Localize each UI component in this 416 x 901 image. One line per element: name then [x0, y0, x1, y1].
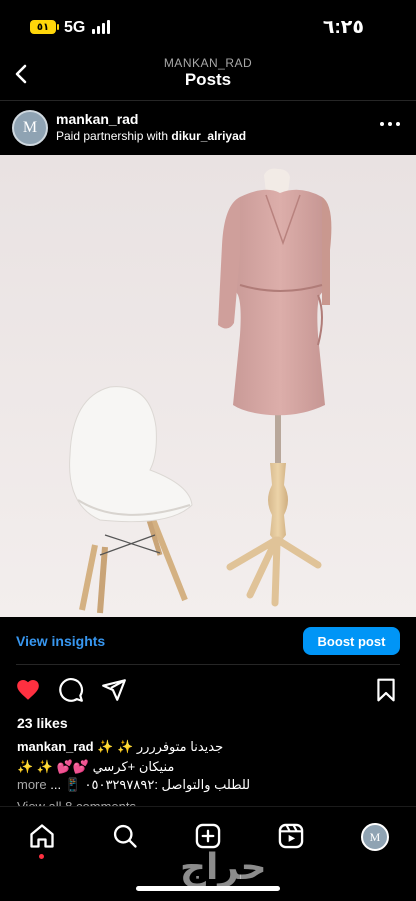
status-time: ٦:٢٥: [322, 17, 364, 38]
post-image[interactable]: [0, 155, 416, 617]
profile-avatar-letter: M: [369, 829, 381, 844]
caption-line-1: mankan_rad جديدنا متوفرررر ✨ ✨: [17, 739, 257, 755]
more-options-icon[interactable]: [378, 117, 402, 129]
caption-text-3: للطلب والتواصل :٠٥٠٣٢٩٧٨٩٢ 📱 ...: [50, 777, 251, 792]
partner-link[interactable]: dikur_alriyad: [171, 129, 246, 143]
page-title: Posts: [184, 70, 232, 89]
caption-line-3: more للطلب والتواصل :٠٥٠٣٢٩٧٨٩٢ 📱 ...: [17, 777, 250, 793]
like-heart-icon[interactable]: [15, 677, 41, 703]
view-insights-link[interactable]: View insights: [16, 633, 105, 649]
bookmark-icon[interactable]: [373, 677, 399, 703]
signal-icon: [92, 19, 110, 34]
boost-post-button[interactable]: Boost post: [303, 627, 400, 655]
profile-avatar-icon[interactable]: M: [361, 823, 389, 851]
battery-indicator: ٥١: [30, 20, 59, 34]
notification-dot: [39, 854, 44, 859]
caption-author[interactable]: mankan_rad: [17, 739, 94, 754]
status-bar: ٥١ 5G ٦:٢٥: [0, 0, 416, 52]
caption-text-1: جديدنا متوفرررر ✨ ✨: [97, 739, 224, 754]
comment-icon[interactable]: [58, 677, 84, 703]
divider: [16, 664, 400, 665]
search-icon[interactable]: [111, 822, 139, 850]
home-icon[interactable]: [28, 822, 56, 850]
caption-more-link[interactable]: more: [17, 777, 47, 792]
likes-count[interactable]: 23 likes: [17, 715, 68, 731]
network-label: 5G: [64, 19, 86, 36]
divider: [0, 100, 416, 101]
avatar[interactable]: M: [12, 110, 48, 146]
partnership-line: Paid partnership with dikur_alriyad: [56, 129, 246, 143]
caption-line-2: منيكان +كرسي 💕💕 ✨ ✨: [17, 759, 175, 774]
share-icon[interactable]: [101, 677, 127, 703]
avatar-letter: M: [22, 119, 38, 136]
header-username: MANKAN_RAD: [163, 56, 253, 70]
haraj-watermark: حراج: [180, 846, 267, 887]
home-indicator: [136, 886, 280, 891]
partnership-prefix: Paid partnership with: [56, 129, 169, 143]
reels-icon[interactable]: [277, 822, 305, 850]
post-author[interactable]: mankan_rad: [56, 111, 138, 127]
